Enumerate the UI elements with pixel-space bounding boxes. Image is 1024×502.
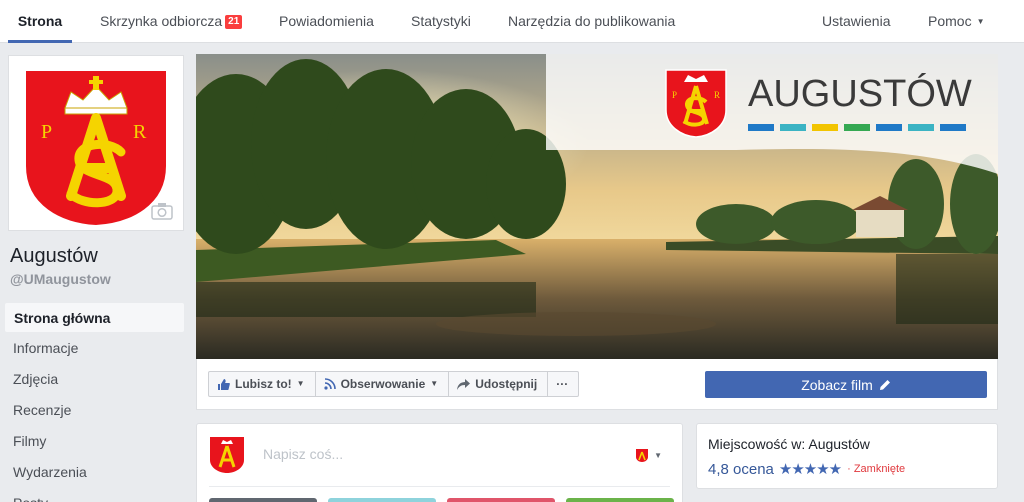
share-button-label: Udostępnij <box>475 377 538 391</box>
post-as-selector[interactable]: ▼ <box>635 448 662 463</box>
tab-inbox-label: Skrzynka odbiorcza <box>100 13 223 29</box>
cover-photo[interactable]: P R AUGUSTÓW <box>196 54 998 359</box>
caret-down-icon: ▼ <box>976 17 985 26</box>
page-admin-nav: Strona Skrzynka odbiorcza 21 Powiadomieni… <box>0 0 1024 43</box>
cover-lake-sunset-image: P R AUGUSTÓW <box>196 54 998 359</box>
caret-down-icon: ▼ <box>430 379 439 388</box>
page-avatar <box>210 437 244 473</box>
like-button-label: Lubisz to! <box>235 377 292 391</box>
page-left-nav: Strona główna Informacje Zdjęcia Recenzj… <box>4 302 185 502</box>
like-button[interactable]: Lubisz to! ▼ <box>209 372 316 396</box>
tab-inbox[interactable]: Skrzynka odbiorcza 21 <box>100 0 243 43</box>
tab-settings-label: Ustawienia <box>822 13 891 29</box>
brand-wordmark: AUGUSTÓW <box>748 72 972 115</box>
tab-publishing-tools-label: Narzędzia do publikowania <box>508 13 676 29</box>
caret-down-icon: ▼ <box>654 451 662 460</box>
nav-item-videos[interactable]: Filmy <box>4 426 185 457</box>
post-composer: Napisz coś... ▼ <box>196 423 683 502</box>
watch-video-label: Zobacz film <box>801 376 873 393</box>
closed-status-dot: · <box>847 463 851 475</box>
brand-color-stripes <box>748 124 966 131</box>
caret-down-icon: ▼ <box>296 379 305 388</box>
tab-notifications[interactable]: Powiadomienia <box>279 0 374 43</box>
tab-help[interactable]: Pomoc ▼ <box>928 0 985 43</box>
page-handle[interactable]: @UMaugustow <box>10 271 111 287</box>
composer-action-chip[interactable] <box>447 498 555 502</box>
watch-video-button[interactable]: Zobacz film <box>705 371 987 398</box>
tab-notifications-label: Powiadomienia <box>279 13 374 29</box>
page-category[interactable]: Miejscowość w: Augustów <box>708 436 870 452</box>
composer-action-chip[interactable] <box>209 498 317 502</box>
brand-crest-letter-r: R <box>714 90 720 100</box>
page-action-buttons: Lubisz to! ▼ Obserwowanie ▼ Udostępnij ·… <box>208 371 580 397</box>
more-options-icon: ··· <box>556 377 569 391</box>
tab-page-label: Strona <box>17 13 63 29</box>
tab-help-label: Pomoc <box>928 13 972 29</box>
follow-button[interactable]: Obserwowanie ▼ <box>316 372 450 396</box>
crest-letter-p: P <box>41 121 52 143</box>
more-options-button[interactable]: ··· <box>548 372 578 396</box>
share-arrow-icon <box>457 378 471 390</box>
write-post-input[interactable]: Napisz coś... <box>263 446 343 462</box>
brand-crest: P R <box>665 69 727 138</box>
profile-picture[interactable]: P R <box>8 55 184 231</box>
composer-action-chip[interactable] <box>328 498 436 502</box>
nav-item-home[interactable]: Strona główna <box>4 302 185 333</box>
composer-divider <box>209 486 670 487</box>
inbox-count-badge: 21 <box>225 15 243 29</box>
pencil-edit-icon[interactable] <box>879 379 891 391</box>
rating-value[interactable]: 4,8 ocena <box>708 461 774 478</box>
nav-item-photos[interactable]: Zdjęcia <box>4 364 185 395</box>
page-action-bar: Lubisz to! ▼ Obserwowanie ▼ Udostępnij ·… <box>196 359 998 410</box>
page-about-card: Miejscowość w: Augustów 4,8 ocena ★★★★★ … <box>696 423 998 489</box>
page-identity-icon <box>636 449 649 462</box>
thumbs-up-icon <box>218 378 230 390</box>
nav-item-posts[interactable]: Posty <box>4 488 185 502</box>
crest-letter-r: R <box>133 121 147 143</box>
brand-crest-letter-p: P <box>672 90 677 100</box>
open-status-text: Zamknięte <box>853 463 906 475</box>
rating-stars-icon: ★★★★★ <box>778 461 842 478</box>
camera-icon[interactable] <box>151 202 173 220</box>
tab-page[interactable]: Strona <box>8 0 72 43</box>
nav-item-reviews[interactable]: Recenzje <box>4 395 185 426</box>
tab-publishing-tools[interactable]: Narzędzia do publikowania <box>508 0 675 43</box>
rss-follow-icon <box>323 378 336 390</box>
tab-insights[interactable]: Statystyki <box>411 0 471 43</box>
page-rating: 4,8 ocena ★★★★★ · Zamknięte <box>708 460 906 479</box>
follow-button-label: Obserwowanie <box>340 377 426 391</box>
tab-insights-label: Statystyki <box>411 13 471 29</box>
composer-action-chip[interactable] <box>566 498 674 502</box>
tab-settings[interactable]: Ustawienia <box>822 0 890 43</box>
page-name: Augustów <box>10 245 98 267</box>
nav-item-events[interactable]: Wydarzenia <box>4 457 185 488</box>
nav-item-about[interactable]: Informacje <box>4 333 185 364</box>
share-button[interactable]: Udostępnij <box>449 372 549 396</box>
